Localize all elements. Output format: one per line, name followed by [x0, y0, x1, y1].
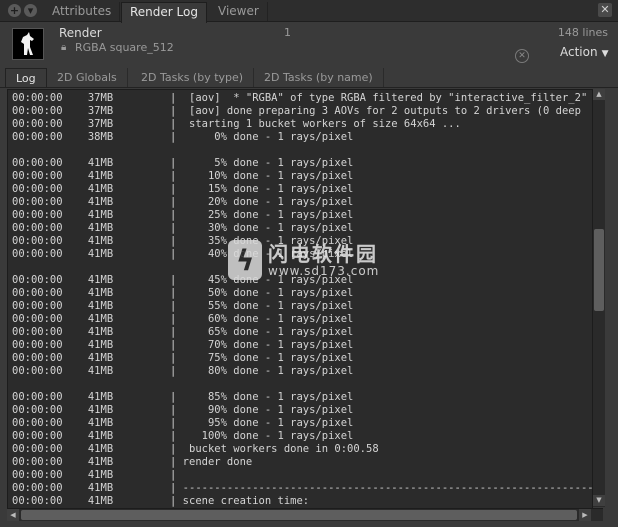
log-line: 00:00:00 41MB | 95% done - 1 rays/pixel [12, 417, 354, 429]
log-line: 00:00:00 41MB | 65% done - 1 rays/pixel [12, 326, 354, 338]
log-line: 00:00:00 41MB | 75% done - 1 rays/pixel [12, 352, 354, 364]
scroll-up-icon[interactable]: ▲ [593, 89, 605, 100]
horizontal-scrollbar[interactable]: ◀ ▶ [7, 508, 603, 521]
vertical-scroll-thumb[interactable] [594, 229, 604, 311]
log-line: 00:00:00 41MB | 30% done - 1 rays/pixel [12, 222, 354, 234]
log-line: 00:00:00 41MB | 5% done - 1 rays/pixel [12, 157, 354, 169]
log-line: 00:00:00 37MB | starting 1 bucket worker… [12, 118, 461, 130]
pane-menu-icon[interactable]: ▾ [24, 4, 37, 17]
tab-log[interactable]: Log [5, 68, 47, 88]
tab-2d-tasks-by-name[interactable]: 2D Tasks (by name) [254, 68, 384, 87]
watermark-logo-icon: ϟ [228, 240, 262, 280]
log-line: 00:00:00 41MB | 90% done - 1 rays/pixel [12, 404, 354, 416]
render-title: Render [59, 26, 102, 40]
close-icon[interactable]: ✕ [598, 3, 612, 17]
scroll-left-icon[interactable]: ◀ [7, 509, 19, 521]
action-label: Action [560, 45, 598, 59]
log-line: 00:00:00 38MB | 0% done - 1 rays/pixel [12, 131, 354, 143]
log-line: 00:00:00 41MB | 70% done - 1 rays/pixel [12, 339, 354, 351]
log-line: 00:00:00 41MB | 25% done - 1 rays/pixel [12, 209, 354, 221]
tab-viewer[interactable]: Viewer [210, 2, 268, 21]
log-line: 00:00:00 41MB | 10% done - 1 rays/pixel [12, 170, 354, 182]
render-pass-name: RGBA square_512 [75, 41, 174, 54]
log-line: 00:00:00 41MB | ------------------------… [12, 482, 593, 494]
line-count: 148 lines [557, 26, 608, 39]
log-line: 00:00:00 37MB | [aov] * "RGBA" of type R… [12, 92, 588, 104]
log-line: 00:00:00 41MB | [12, 469, 177, 481]
watermark-url: www.sd173.com [268, 264, 380, 278]
log-output[interactable]: 00:00:00 37MB | [aov] * "RGBA" of type R… [7, 89, 593, 509]
lock-icon: 🔒︎ [61, 42, 67, 53]
log-line: 00:00:00 41MB | 85% done - 1 rays/pixel [12, 391, 354, 403]
action-menu-button[interactable]: Action ▼ [560, 45, 609, 59]
log-line: 00:00:00 41MB | 50% done - 1 rays/pixel [12, 287, 354, 299]
log-line: 00:00:00 41MB | 20% done - 1 rays/pixel [12, 196, 354, 208]
scroll-down-icon[interactable]: ▼ [593, 495, 605, 506]
log-line: 00:00:00 41MB | 15% done - 1 rays/pixel [12, 183, 354, 195]
log-line: 00:00:00 41MB | bucket workers done in 0… [12, 443, 379, 455]
dropdown-arrow-icon: ▼ [601, 49, 609, 59]
vertical-scrollbar[interactable]: ▲ ▼ [592, 89, 605, 507]
log-line: 00:00:00 41MB | 100% done - 1 rays/pixel [12, 430, 354, 442]
watermark: ϟ 闪电软件园 www.sd173.com [228, 238, 388, 284]
pane-tab-bar: + ▾ Attributes Render Log Viewer ✕ [0, 0, 618, 23]
horizontal-scroll-thumb[interactable] [21, 510, 577, 520]
render-header: Render 🔒︎ RGBA square_512 1 148 lines ✕ … [0, 22, 618, 66]
tab-render-log[interactable]: Render Log [121, 2, 207, 23]
log-line: 00:00:00 41MB | scene creation time: [12, 495, 310, 507]
tab-2d-globals[interactable]: 2D Globals [47, 68, 128, 87]
render-thumbnail[interactable] [12, 28, 44, 60]
tab-2d-tasks-by-type[interactable]: 2D Tasks (by type) [131, 68, 255, 87]
add-pane-icon[interactable]: + [8, 4, 21, 17]
clear-icon[interactable]: ✕ [515, 49, 529, 63]
log-line: 00:00:00 41MB | 55% done - 1 rays/pixel [12, 300, 354, 312]
frame-number: 1 [284, 26, 291, 39]
watermark-text: 闪电软件园 [268, 242, 378, 266]
log-line: 00:00:00 41MB | 80% done - 1 rays/pixel [12, 365, 354, 377]
tab-attributes[interactable]: Attributes [44, 2, 121, 21]
log-subtabs: Log 2D Globals 2D Tasks (by type) 2D Tas… [0, 68, 618, 88]
subtab-divider [0, 87, 618, 88]
scroll-right-icon[interactable]: ▶ [579, 509, 591, 521]
log-line: 00:00:00 41MB | 60% done - 1 rays/pixel [12, 313, 354, 325]
log-line: 00:00:00 41MB | render done [12, 456, 253, 468]
log-line: 00:00:00 37MB | [aov] done preparing 3 A… [12, 105, 581, 117]
